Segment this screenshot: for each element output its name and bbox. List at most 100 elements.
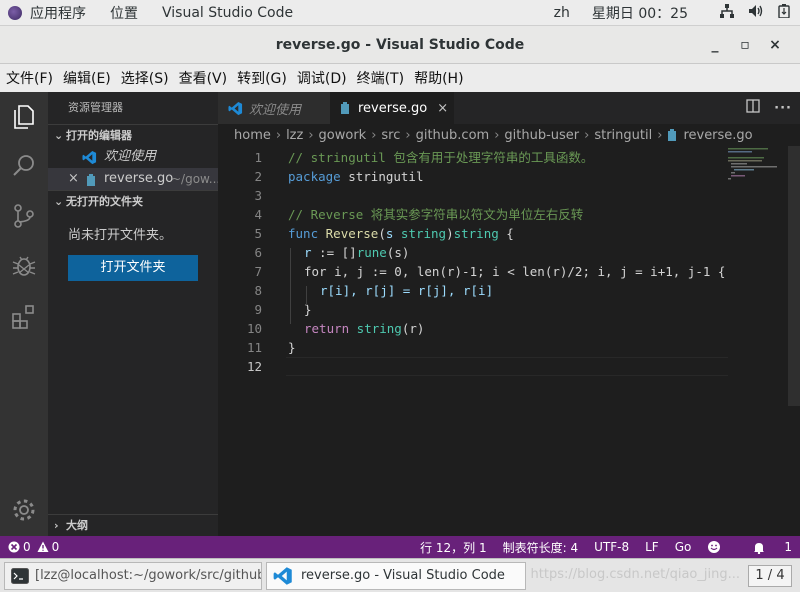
- error-icon: [8, 541, 20, 553]
- outline-section[interactable]: › 大纲: [48, 514, 218, 536]
- indent-guide: [306, 286, 307, 305]
- open-folder-button[interactable]: 打开文件夹: [68, 255, 198, 281]
- applications-label[interactable]: 应用程序: [30, 3, 86, 23]
- cursor-position[interactable]: 行 12，列 1: [420, 539, 487, 556]
- close-icon[interactable]: ×: [68, 168, 79, 190]
- minimize-button[interactable]: _: [700, 37, 730, 53]
- open-editor-item-reverse-go[interactable]: × reverse.go ~/gow...: [48, 168, 218, 190]
- problems-indicator[interactable]: 0 0: [8, 540, 59, 554]
- open-editors-section[interactable]: ⌄ 打开的编辑器: [48, 124, 218, 146]
- clock[interactable]: 星期日 00：25: [592, 3, 688, 23]
- menu-selection[interactable]: 选择(S): [121, 68, 169, 88]
- encoding[interactable]: UTF-8: [594, 540, 629, 554]
- breadcrumb-item[interactable]: home: [234, 128, 271, 143]
- menu-view[interactable]: 查看(V): [179, 68, 228, 88]
- taskbar-terminal[interactable]: [lzz@localhost:~/gowork/src/github-...: [4, 561, 262, 590]
- menu-terminal[interactable]: 终端(T): [357, 68, 404, 88]
- editor-scrollbar[interactable]: [788, 146, 800, 406]
- explorer-icon[interactable]: [10, 102, 38, 130]
- taskbar-vscode[interactable]: reverse.go - Visual Studio Code: [266, 561, 526, 590]
- code-line[interactable]: 5 func Reverse(s string)string {: [218, 224, 800, 243]
- menu-edit[interactable]: 编辑(E): [63, 68, 111, 88]
- code-text: stringutil: [340, 169, 424, 184]
- editor-tabs: 欢迎使用 reverse.go × ···: [218, 92, 800, 124]
- open-editor-item-welcome[interactable]: 欢迎使用: [48, 146, 218, 168]
- warning-count: 0: [51, 540, 60, 554]
- no-folder-section[interactable]: ⌄ 无打开的文件夹: [48, 190, 218, 212]
- menu-go[interactable]: 转到(G): [237, 68, 287, 88]
- window-title-bar[interactable]: reverse.go - Visual Studio Code _ ▫ ×: [0, 26, 800, 64]
- code-line[interactable]: 1 // stringutil 包含有用于处理字符串的工具函数。: [218, 148, 800, 167]
- tab-close-icon[interactable]: ×: [437, 101, 448, 116]
- status-bar: 0 0 行 12，列 1 制表符长度: 4 UTF-8 LF Go 1: [0, 536, 800, 558]
- error-count: 0: [23, 540, 31, 554]
- code-editor[interactable]: 1 // stringutil 包含有用于处理字符串的工具函数。 2 package…: [218, 146, 800, 536]
- network-icon[interactable]: [720, 3, 734, 22]
- menu-help[interactable]: 帮助(H): [414, 68, 463, 88]
- explorer-sidebar: 资源管理器 ⌄ 打开的编辑器 欢迎使用 × reverse.go ~/gow...…: [48, 92, 218, 536]
- code-line[interactable]: 4 // Reverse 将其实参字符串以符文为单位左右反转: [218, 205, 800, 224]
- settings-gear-icon[interactable]: [10, 496, 38, 524]
- applications-menu[interactable]: 应用程序: [0, 3, 110, 23]
- workspace-pager[interactable]: 1 / 4: [748, 565, 792, 587]
- notifications[interactable]: 1: [737, 540, 792, 554]
- minimap[interactable]: [728, 146, 788, 186]
- breadcrumb: home › lzz › gowork › src › github.com › gith…: [218, 124, 800, 146]
- input-method-indicator[interactable]: zh: [554, 5, 570, 21]
- volume-icon[interactable]: [748, 4, 764, 22]
- warning-icon: [37, 541, 49, 553]
- line-number: 3: [254, 188, 262, 203]
- breadcrumb-item[interactable]: src: [381, 128, 400, 143]
- line-number: 12: [246, 359, 262, 374]
- code-line[interactable]: 7 for i, j := 0, len(r)-1; i < len(r)/2; …: [218, 262, 800, 281]
- code-line-current[interactable]: 12: [218, 357, 800, 376]
- open-editor-label: reverse.go: [104, 171, 174, 186]
- code-line[interactable]: 6 r := []rune(s): [218, 243, 800, 262]
- maximize-button[interactable]: ▫: [730, 37, 760, 53]
- code-line[interactable]: 2 package stringutil: [218, 167, 800, 186]
- terminal-icon: [11, 567, 29, 584]
- code-line[interactable]: 3: [218, 186, 800, 205]
- tab-welcome[interactable]: 欢迎使用: [218, 92, 330, 124]
- source-control-icon[interactable]: [10, 202, 38, 230]
- tab-size[interactable]: 制表符长度: 4: [503, 539, 579, 556]
- code-text: }: [288, 340, 296, 355]
- code-line[interactable]: 10 return string(r): [218, 319, 800, 338]
- line-number: 9: [254, 302, 262, 317]
- open-editor-label: 欢迎使用: [104, 149, 157, 164]
- line-number: 8: [254, 283, 262, 298]
- code-type: string: [349, 321, 402, 336]
- close-window-button[interactable]: ×: [760, 37, 790, 53]
- breadcrumb-item[interactable]: gowork: [319, 128, 367, 143]
- search-icon[interactable]: [10, 152, 38, 180]
- code-variable: r: [304, 245, 312, 260]
- feedback-smiley-icon[interactable]: [707, 540, 721, 554]
- places-menu[interactable]: 位置: [110, 3, 138, 23]
- open-editor-path: ~/gow...: [171, 172, 218, 186]
- menu-debug[interactable]: 调试(D): [297, 68, 347, 88]
- active-app-label[interactable]: Visual Studio Code: [162, 5, 293, 21]
- end-of-line[interactable]: LF: [645, 540, 659, 554]
- code-line[interactable]: 11}: [218, 338, 800, 357]
- battery-power-icon[interactable]: [778, 3, 790, 22]
- menu-file[interactable]: 文件(F): [6, 68, 53, 88]
- breadcrumb-separator-icon: ›: [371, 127, 377, 143]
- breadcrumb-item[interactable]: lzz: [286, 128, 303, 143]
- breadcrumb-item[interactable]: stringutil: [594, 128, 652, 143]
- code-type: string: [400, 226, 447, 241]
- breadcrumb-item[interactable]: github.com: [416, 128, 490, 143]
- debug-icon[interactable]: [10, 252, 38, 280]
- breadcrumb-separator-icon: ›: [584, 127, 590, 143]
- tab-reverse-go[interactable]: reverse.go ×: [330, 92, 454, 124]
- line-number: 7: [254, 264, 262, 279]
- code-type: rune: [356, 245, 387, 260]
- extensions-icon[interactable]: [10, 302, 38, 330]
- notification-count: 1: [784, 540, 792, 554]
- breadcrumb-item[interactable]: reverse.go: [683, 128, 752, 143]
- split-editor-icon[interactable]: [746, 99, 760, 117]
- go-file-icon: [340, 101, 350, 115]
- activity-bar: [0, 92, 48, 536]
- language-mode[interactable]: Go: [675, 540, 692, 554]
- breadcrumb-item[interactable]: github-user: [504, 128, 579, 143]
- more-actions-icon[interactable]: ···: [774, 101, 792, 116]
